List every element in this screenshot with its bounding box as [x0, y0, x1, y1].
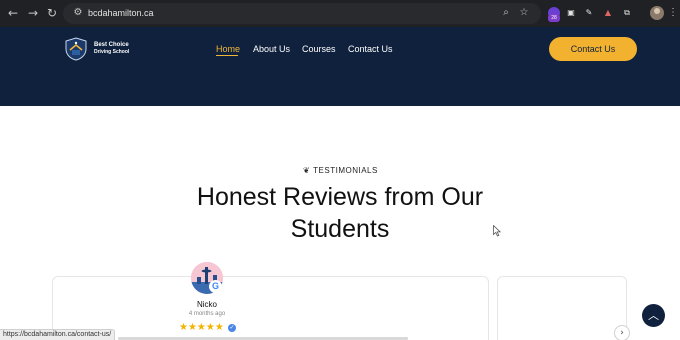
review-card	[52, 276, 489, 340]
arrow-right-icon: →	[27, 6, 39, 20]
extensions-puzzle-icon[interactable]: ⧉	[620, 6, 634, 20]
link-status-bar: https://bcdahamilton.ca/contact-us/	[0, 329, 116, 340]
browser-toolbar: ← → ↻ ⚙ bcdahamilton.ca ⌕ ☆ 28 ▣ ✎ ▲ ⧉ ⋮	[0, 0, 680, 27]
heading-line-1: Honest Reviews from Our	[196, 183, 484, 211]
nav-courses[interactable]: Courses	[302, 43, 336, 55]
star-rating: ★★★★★	[179, 322, 224, 333]
url-text[interactable]: bcdahamilton.ca	[88, 7, 154, 20]
site-header: Best Choice Driving School Home About Us…	[0, 27, 680, 106]
arrow-left-icon: ←	[7, 6, 19, 20]
nav-home-underline	[216, 55, 238, 56]
nav-contact-us[interactable]: Contact Us	[348, 43, 393, 55]
logo-title: Best Choice	[94, 42, 129, 48]
reviewer-name: Nicko	[196, 300, 217, 309]
site-logo[interactable]: Best Choice Driving School	[64, 37, 130, 61]
leaf-icon: ❦	[303, 166, 311, 175]
review-card-next	[497, 276, 627, 340]
back-button[interactable]: ←	[4, 4, 22, 22]
nav-home[interactable]: Home	[216, 43, 240, 55]
heading-line-2: Students	[290, 215, 390, 243]
site-info-icon[interactable]: ⚙	[71, 6, 85, 20]
nav-about-us[interactable]: About Us	[253, 43, 290, 55]
review-time: 4 months ago	[188, 311, 226, 317]
carousel-next-button[interactable]: ›	[614, 325, 630, 340]
profile-avatar[interactable]	[650, 6, 664, 20]
bookmark-star-icon[interactable]: ☆	[517, 6, 531, 20]
chevron-right-icon: ›	[620, 328, 624, 338]
eyebrow-label: TESTIMONIALS	[313, 166, 378, 175]
logo-subtitle: Driving School	[94, 49, 130, 55]
browser-window: ← → ↻ ⚙ bcdahamilton.ca ⌕ ☆ 28 ▣ ✎ ▲ ⧉ ⋮…	[0, 0, 680, 340]
verified-check-icon: ✓	[228, 324, 236, 332]
logo-shield-icon	[65, 37, 87, 61]
red-extension-icon[interactable]: ▲	[601, 6, 615, 20]
zoom-icon[interactable]: ⌕	[499, 6, 513, 20]
back-to-top-button[interactable]: ︿	[642, 304, 665, 327]
reload-button[interactable]: ↻	[43, 4, 61, 22]
forward-button[interactable]: →	[24, 4, 42, 22]
chevron-up-icon: ︿	[648, 309, 659, 322]
extension-badge-count: 28	[548, 14, 560, 22]
google-icon: G	[209, 280, 222, 293]
eyedropper-extension-icon[interactable]: ✎	[582, 6, 596, 20]
mouse-cursor-icon	[493, 225, 501, 237]
camera-extension-icon[interactable]: ▣	[564, 6, 578, 20]
section-eyebrow: ❦ TESTIMONIALS	[0, 166, 680, 176]
reload-icon: ↻	[46, 6, 58, 20]
contact-us-button[interactable]: Contact Us	[549, 37, 637, 61]
section-heading: Honest Reviews from Our Students	[140, 181, 540, 245]
address-bar[interactable]: ⚙ bcdahamilton.ca ⌕ ☆	[63, 3, 541, 24]
browser-menu-icon[interactable]: ⋮	[668, 6, 678, 20]
